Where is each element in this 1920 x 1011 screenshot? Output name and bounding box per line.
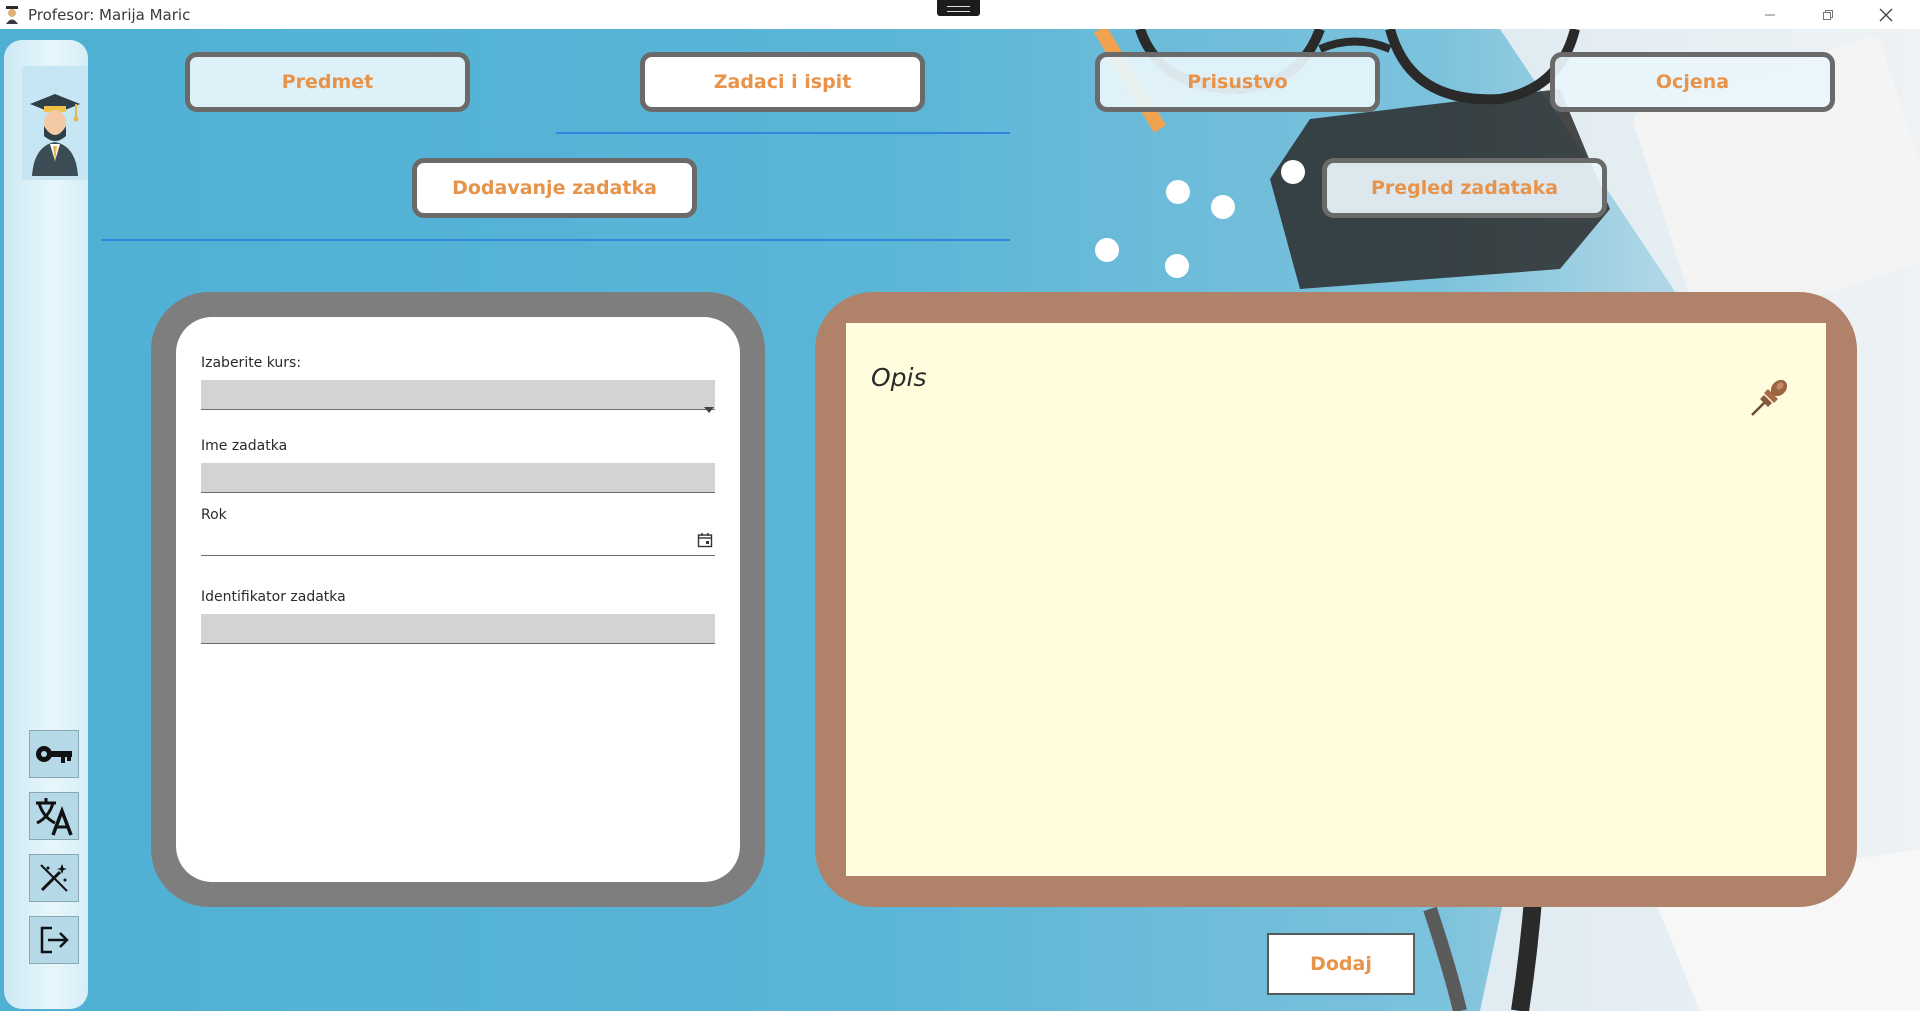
add-button[interactable]: Dodaj	[1267, 933, 1415, 995]
description-label: Opis	[871, 363, 927, 392]
translate-icon	[36, 798, 73, 836]
subtab-pregled-zadataka[interactable]: Pregled zadataka	[1322, 158, 1607, 218]
tab-predmet[interactable]: Predmet	[185, 52, 470, 112]
restore-button[interactable]	[1800, 0, 1856, 29]
task-name-input[interactable]	[201, 463, 715, 493]
language-button[interactable]	[29, 792, 79, 840]
assignment-form-panel: Izaberite kurs: Ime zadatka Rok Identifi…	[151, 292, 765, 907]
profile-avatar[interactable]	[22, 66, 88, 180]
subtab-dodavanje-zadatka[interactable]: Dodavanje zadatka	[412, 158, 697, 218]
description-note: Opis	[846, 323, 1826, 876]
logout-icon	[40, 926, 69, 954]
restore-icon	[1823, 9, 1833, 20]
logout-button[interactable]	[29, 916, 79, 964]
course-label: Izaberite kurs:	[201, 355, 302, 371]
sidebar	[4, 40, 88, 1009]
theme-button[interactable]	[29, 854, 79, 902]
close-button[interactable]	[1858, 0, 1914, 29]
window-title: Profesor: Marija Maric	[28, 6, 191, 24]
graduate-avatar-icon	[22, 66, 88, 180]
app-window: Profesor: Marija Maric Predmet Zadaci i …	[0, 0, 1920, 1011]
title-bar: Profesor: Marija Maric	[0, 0, 1920, 29]
theme-wand-icon	[40, 864, 68, 892]
assignment-form: Izaberite kurs: Ime zadatka Rok Identifi…	[176, 317, 740, 882]
active-subtab-underline	[101, 239, 1010, 241]
minimize-button[interactable]	[1742, 0, 1798, 29]
deadline-label: Rok	[201, 507, 227, 523]
task-name-label: Ime zadatka	[201, 438, 288, 454]
key-icon	[36, 746, 72, 763]
description-board: Opis	[815, 292, 1857, 907]
course-select[interactable]	[201, 380, 715, 410]
task-identifier-input[interactable]	[201, 614, 715, 644]
pushpin-icon	[1751, 379, 1788, 416]
calendar-icon[interactable]	[697, 532, 713, 548]
tab-ocjena[interactable]: Ocjena	[1550, 52, 1835, 112]
tab-prisustvo[interactable]: Prisustvo	[1095, 52, 1380, 112]
chevron-down-icon	[704, 407, 714, 413]
tab-zadaci-i-ispit[interactable]: Zadaci i ispit	[640, 52, 925, 112]
change-password-button[interactable]	[29, 730, 79, 778]
task-identifier-label: Identifikator zadatka	[201, 589, 346, 605]
snap-layout-handle[interactable]	[937, 0, 980, 16]
description-textarea[interactable]	[871, 413, 1775, 847]
active-tab-underline	[556, 132, 1010, 134]
professor-app-icon	[6, 6, 18, 24]
minimize-icon	[1765, 14, 1775, 15]
close-icon	[1879, 8, 1893, 21]
deadline-date-picker[interactable]	[201, 526, 715, 556]
